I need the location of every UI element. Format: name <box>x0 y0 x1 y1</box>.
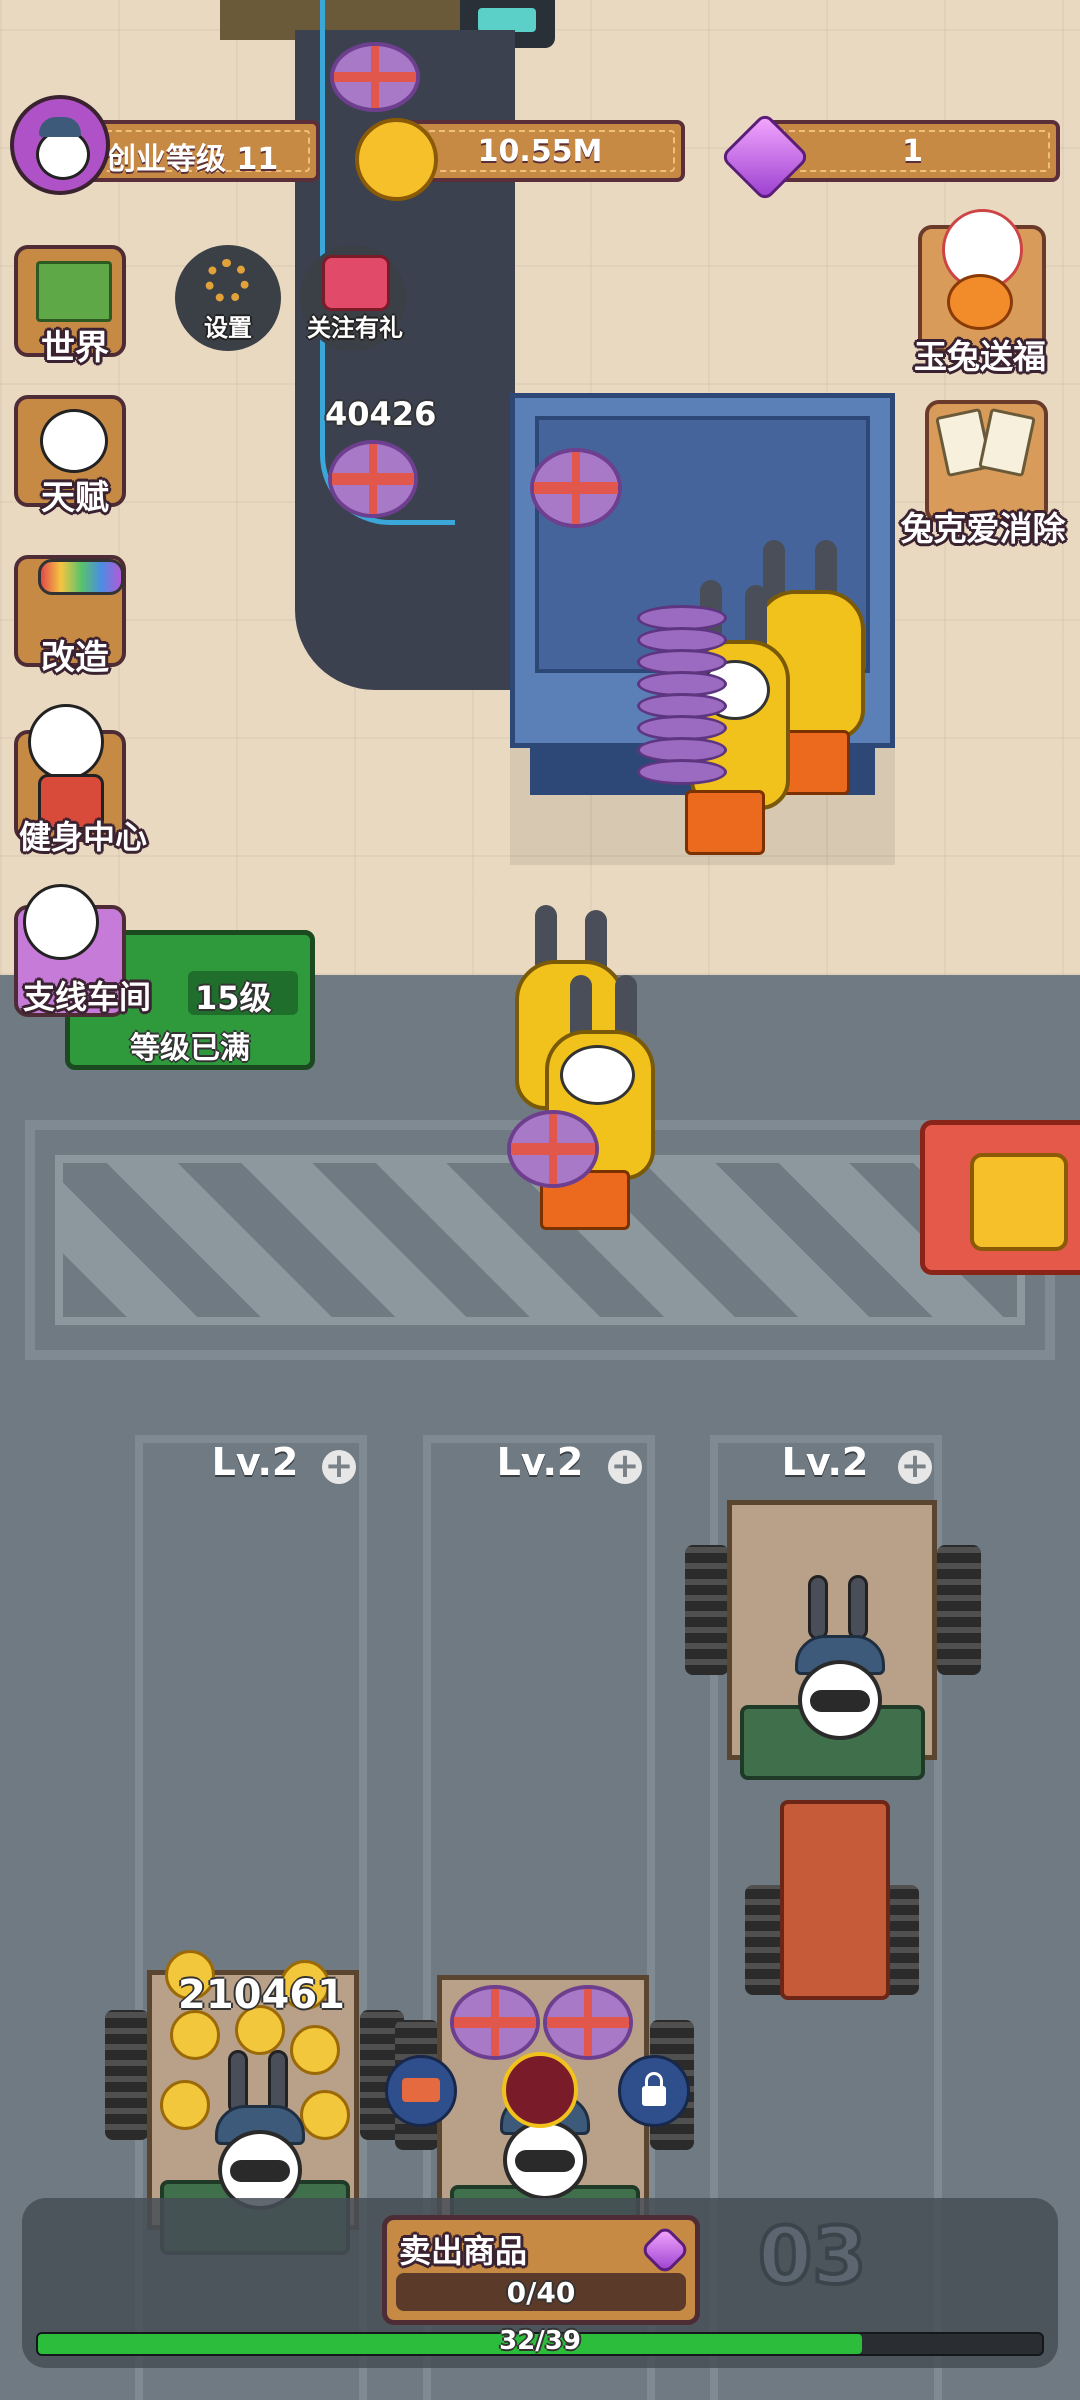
lane-level-label: Lv.2 <box>781 1440 869 1484</box>
reward-chest-panel[interactable] <box>920 1120 1080 1275</box>
gear-icon <box>205 259 249 303</box>
gift-heart-icon <box>322 255 390 311</box>
world-label: 世界 <box>41 328 109 368</box>
gem-icon <box>639 2224 691 2276</box>
jade-rabbit-label: 玉兔送福 <box>914 337 1046 376</box>
coin-amount: 10.55M <box>477 134 603 169</box>
business-level-label: 创业等级 11 <box>106 142 279 177</box>
settings-label: 设置 <box>204 314 252 342</box>
driver-bunny <box>770 1575 910 1765</box>
gem-bar[interactable]: 1 <box>765 120 1060 182</box>
cake-item <box>507 1110 599 1188</box>
sign-status: 等级已满 <box>130 1031 250 1066</box>
xp-progress-text: 32/39 <box>499 2326 581 2356</box>
conveyor-count: 40426 <box>325 395 437 433</box>
branch-workshop-label: 支线车间 <box>22 978 151 1016</box>
lane-upgrade-plus-icon[interactable]: + <box>898 1449 932 1484</box>
gold-chest-icon <box>970 1153 1068 1251</box>
truck-load-count: 210461 <box>178 1972 345 2018</box>
mooncake-icon <box>947 274 1013 330</box>
gym-label: 健身中心 <box>18 818 147 856</box>
cake-item <box>330 42 420 112</box>
upgrade-label: 改造 <box>41 638 109 678</box>
lane-upgrade-plus-icon[interactable]: + <box>608 1449 642 1484</box>
cake-item <box>328 440 418 518</box>
gem-amount: 1 <box>902 134 923 169</box>
cake-order-icon[interactable] <box>502 2052 578 2128</box>
cake-stack <box>637 605 729 795</box>
sell-goods-label: 卖出商品 <box>399 2232 528 2270</box>
delivery-truck[interactable] <box>685 1500 985 2030</box>
bunny-head-icon <box>23 884 99 960</box>
bunny-head-icon <box>28 704 104 780</box>
sell-progress-text: 0/40 <box>506 2276 576 2309</box>
rabbit-match-label: 兔克爱消除 <box>900 509 1066 548</box>
coin-bar[interactable]: 10.55M <box>395 120 685 182</box>
lane-upgrade-plus-icon[interactable]: + <box>322 1449 356 1484</box>
tile-icon <box>978 407 1036 478</box>
paint-roller-icon <box>38 559 124 595</box>
map-icon <box>36 261 112 322</box>
player-avatar[interactable] <box>10 95 110 195</box>
cake-item <box>530 448 622 528</box>
talent-label: 天赋 <box>41 478 109 518</box>
sign-level: 15级 <box>195 979 272 1017</box>
coin-icon <box>355 118 438 201</box>
bunny-head-icon <box>40 409 108 473</box>
follow-gift-label: 关注有礼 <box>307 314 403 342</box>
watermark-number: 03 <box>756 2210 869 2304</box>
lock-icon[interactable] <box>618 2055 690 2127</box>
card-icon[interactable] <box>385 2055 457 2127</box>
